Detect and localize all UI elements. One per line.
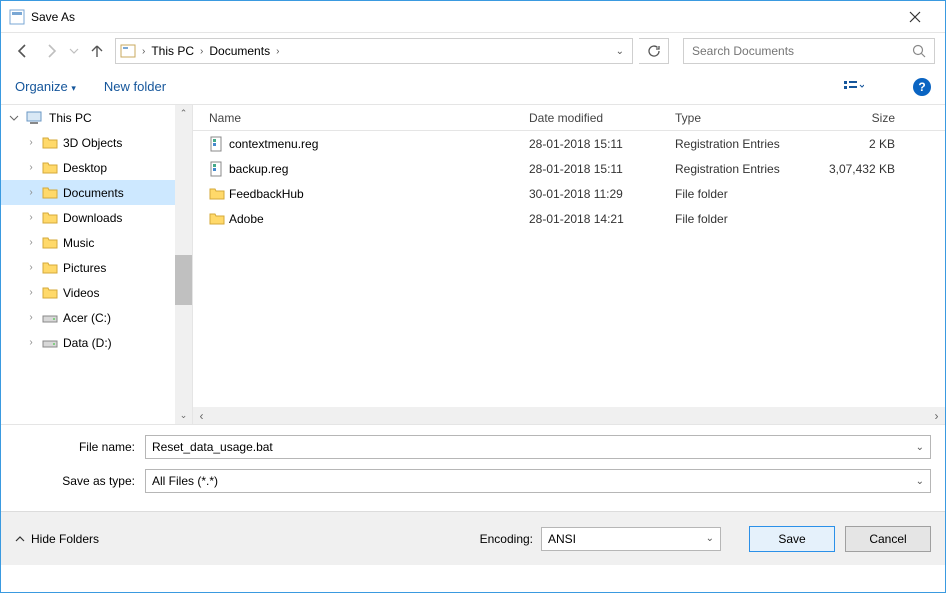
cancel-button[interactable]: Cancel (845, 526, 931, 552)
filename-combo[interactable]: ⌄ (145, 435, 931, 459)
search-icon (912, 44, 926, 58)
view-options-button[interactable] (837, 75, 871, 99)
encoding-value: ANSI (548, 532, 576, 546)
savetype-label: Save as type: (15, 474, 145, 488)
col-date-header[interactable]: Date modified (529, 111, 675, 125)
hscroll-left[interactable]: ‹ (193, 407, 210, 424)
titlebar: Save As (1, 1, 945, 33)
encoding-select[interactable]: ANSI ⌄ (541, 527, 721, 551)
file-type: File folder (675, 212, 825, 226)
savetype-value: All Files (*.*) (152, 474, 218, 488)
horizontal-scrollbar[interactable]: ‹ › (193, 407, 945, 424)
breadcrumb-item[interactable]: Documents (209, 44, 270, 58)
document-icon (120, 44, 136, 58)
forward-button[interactable] (39, 39, 63, 63)
search-input[interactable] (692, 44, 912, 58)
refresh-button[interactable] (639, 38, 669, 64)
tree-scroll-thumb[interactable] (175, 255, 192, 305)
address-dropdown-icon[interactable]: ⌄ (612, 46, 628, 57)
tree-item[interactable]: ›Downloads (1, 205, 192, 230)
folder-icon (209, 212, 229, 226)
nav-row: › This PC › Documents › ⌄ (1, 33, 945, 69)
search-box[interactable] (683, 38, 935, 64)
pc-icon (26, 110, 44, 126)
col-type-header[interactable]: Type (675, 111, 825, 125)
file-date: 28-01-2018 14:21 (529, 212, 675, 226)
file-date: 30-01-2018 11:29 (529, 187, 675, 201)
file-name: contextmenu.reg (229, 137, 529, 151)
footer: Hide Folders Encoding: ANSI ⌄ Save Cance… (1, 511, 945, 565)
filename-dropdown-icon[interactable]: ⌄ (916, 442, 924, 453)
window-title: Save As (25, 10, 892, 24)
tree-scrollbar[interactable]: ⌃ ⌄ (175, 105, 192, 424)
encoding-label: Encoding: (480, 532, 533, 546)
file-row[interactable]: contextmenu.reg28-01-2018 15:11Registrat… (193, 131, 945, 156)
tree-item-label: Downloads (63, 211, 122, 225)
hide-folders-button[interactable]: Hide Folders (15, 532, 99, 546)
reg-file-icon (209, 161, 229, 177)
main-area: This PC ›3D Objects›Desktop›Documents›Do… (1, 105, 945, 424)
hscroll-right[interactable]: › (928, 407, 945, 424)
tree-item[interactable]: ›Acer (C:) (1, 305, 192, 330)
file-row[interactable]: Adobe28-01-2018 14:21File folder (193, 206, 945, 231)
tree-item-label: Documents (63, 186, 124, 200)
file-size: 2 KB (825, 137, 905, 151)
file-name: Adobe (229, 212, 529, 226)
tree-root-label: This PC (49, 111, 92, 125)
tree-item-label: Videos (63, 286, 99, 300)
organize-button[interactable]: Organize ▾ (15, 79, 76, 94)
tree-item-label: Desktop (63, 161, 107, 175)
hide-folders-label: Hide Folders (31, 532, 99, 546)
breadcrumb-item[interactable]: This PC (151, 44, 194, 58)
app-icon (9, 9, 25, 25)
file-type: File folder (675, 187, 825, 201)
file-row[interactable]: backup.reg28-01-2018 15:11Registration E… (193, 156, 945, 181)
help-button[interactable]: ? (913, 78, 931, 96)
column-headers[interactable]: Name Date modified Type Size (193, 105, 945, 131)
chevron-down-icon: ⌄ (706, 533, 714, 544)
tree-item-label: 3D Objects (63, 136, 122, 150)
col-size-header[interactable]: Size (825, 111, 905, 125)
up-button[interactable] (85, 39, 109, 63)
tree-item-label: Pictures (63, 261, 106, 275)
address-bar[interactable]: › This PC › Documents › ⌄ (115, 38, 633, 64)
tree-item[interactable]: ›Desktop (1, 155, 192, 180)
file-list: Name Date modified Type Size contextmenu… (193, 105, 945, 424)
savetype-dropdown-icon[interactable]: ⌄ (916, 476, 924, 487)
file-name: FeedbackHub (229, 187, 529, 201)
file-type: Registration Entries (675, 137, 825, 151)
file-date: 28-01-2018 15:11 (529, 162, 675, 176)
tree-item[interactable]: ›3D Objects (1, 130, 192, 155)
close-button[interactable] (892, 2, 937, 32)
folder-icon (209, 187, 229, 201)
file-name: backup.reg (229, 162, 529, 176)
toolbar: Organize ▾ New folder ? (1, 69, 945, 105)
chevron-up-icon (15, 534, 25, 544)
save-button[interactable]: Save (749, 526, 835, 552)
recent-dropdown[interactable] (67, 39, 81, 63)
form-area: File name: ⌄ Save as type: All Files (*.… (1, 424, 945, 511)
tree-item[interactable]: ›Videos (1, 280, 192, 305)
tree-item-label: Data (D:) (63, 336, 112, 350)
file-type: Registration Entries (675, 162, 825, 176)
file-date: 28-01-2018 15:11 (529, 137, 675, 151)
tree-item[interactable]: ›Pictures (1, 255, 192, 280)
filename-input[interactable] (152, 440, 916, 454)
back-button[interactable] (11, 39, 35, 63)
tree-root[interactable]: This PC (1, 105, 192, 130)
file-size: 3,07,432 KB (825, 162, 905, 176)
tree-item-label: Music (63, 236, 94, 250)
file-row[interactable]: FeedbackHub30-01-2018 11:29File folder (193, 181, 945, 206)
filename-label: File name: (15, 440, 145, 454)
nav-tree: This PC ›3D Objects›Desktop›Documents›Do… (1, 105, 193, 424)
savetype-combo[interactable]: All Files (*.*) ⌄ (145, 469, 931, 493)
tree-item[interactable]: ›Documents (1, 180, 192, 205)
tree-item-label: Acer (C:) (63, 311, 111, 325)
new-folder-button[interactable]: New folder (104, 79, 166, 94)
tree-item[interactable]: ›Data (D:) (1, 330, 192, 355)
reg-file-icon (209, 136, 229, 152)
tree-item[interactable]: ›Music (1, 230, 192, 255)
col-name-header[interactable]: Name (209, 111, 529, 125)
